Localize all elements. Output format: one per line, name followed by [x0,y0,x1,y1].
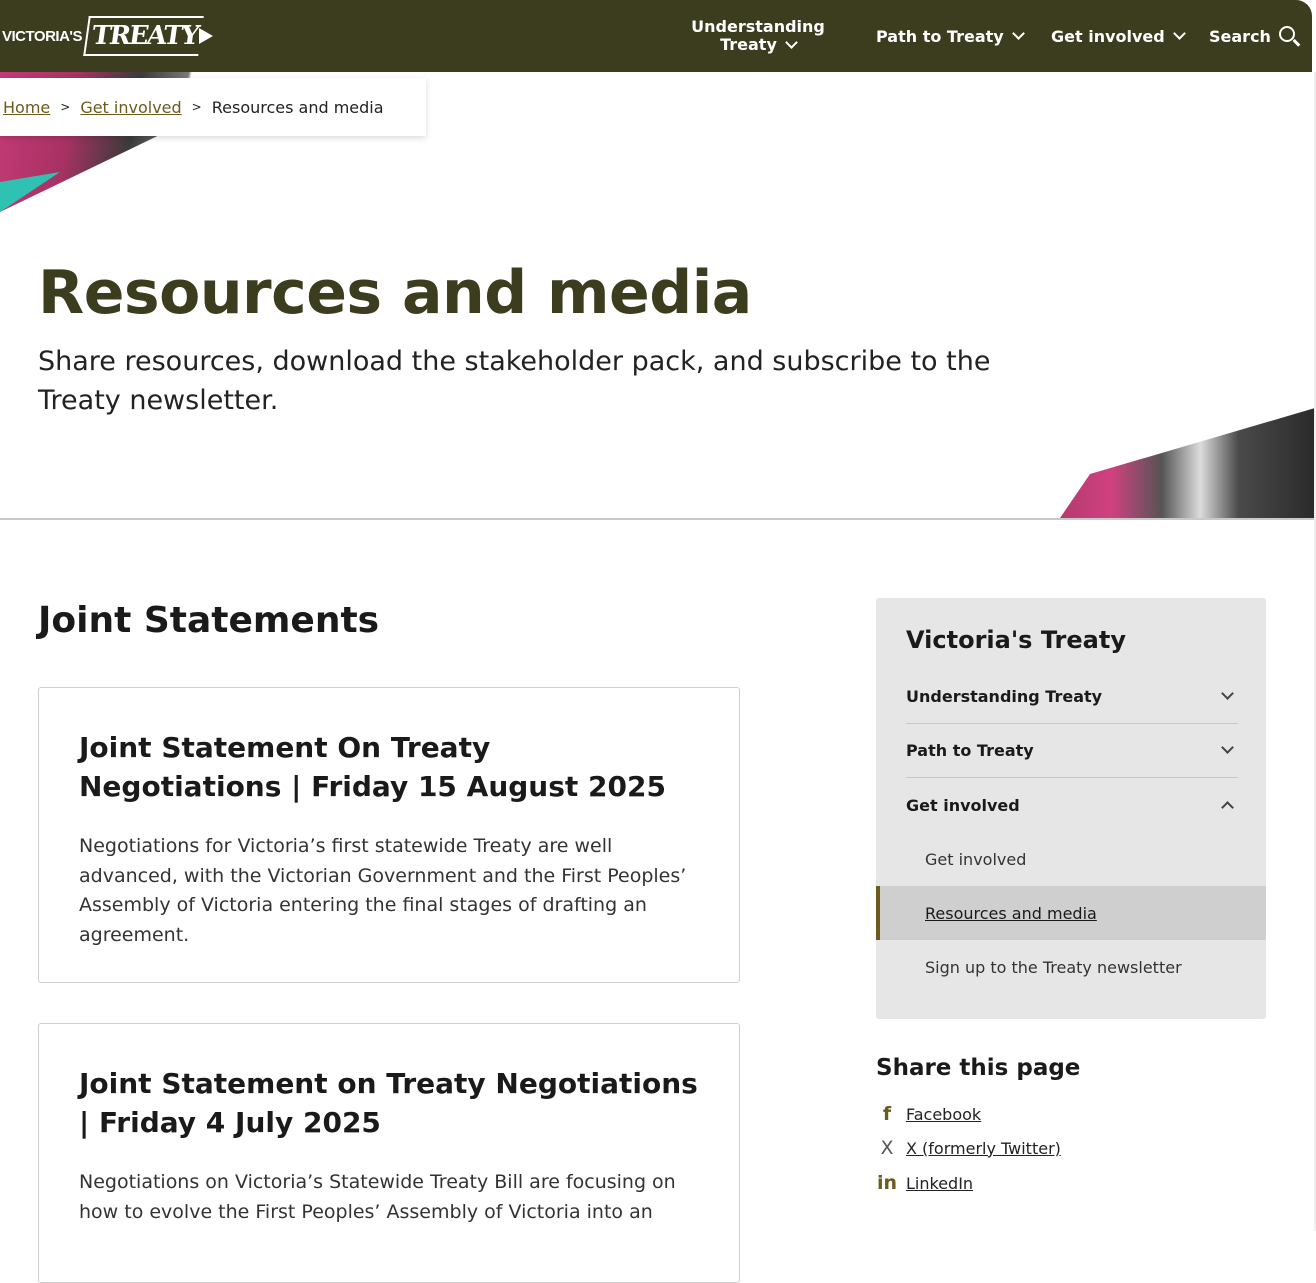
top-navigation-bar: VICTORIA'S TREATY Understanding Treaty P… [0,0,1312,72]
statement-card-title[interactable]: Joint Statement On Treaty Negotiations |… [79,728,699,806]
breadcrumb: Home > Get involved > Resources and medi… [0,78,426,136]
sidebar-subitem-get-involved[interactable]: Get involved [876,832,1266,886]
sidebar-item-label: Path to Treaty [906,741,1034,760]
logo-text-small: VICTORIA'S [2,27,82,45]
breadcrumb-home-link[interactable]: Home [3,98,50,117]
chevron-down-icon [1172,26,1186,40]
chevron-down-icon[interactable] [1221,687,1234,700]
chevron-down-icon [785,36,798,49]
sidebar-subitem-newsletter-signup[interactable]: Sign up to the Treaty newsletter [876,940,1266,994]
share-x-link[interactable]: X (formerly Twitter) [906,1139,1061,1158]
statement-card-summary: Negotiations on Victoria’s Statewide Tre… [79,1171,676,1223]
statement-card[interactable]: Joint Statement on Treaty Negotiations |… [38,1023,740,1283]
nav-path-label: Path to Treaty [876,26,1004,46]
logo-text-big: TREATY [83,16,205,56]
hero-divider [0,518,1316,520]
chevron-up-icon[interactable] [1221,800,1234,814]
sidebar-title: Victoria's Treaty [906,626,1126,654]
sidebar-item-label: Understanding Treaty [906,687,1103,706]
chevron-down-icon [1011,26,1025,40]
nav-understanding-line2: Treaty [720,35,777,54]
share-x: X X (formerly Twitter) [876,1137,1061,1159]
statement-card-title[interactable]: Joint Statement on Treaty Negotiations |… [79,1064,699,1142]
sidebar-subitem-label: Get involved [925,849,1027,869]
share-facebook-link[interactable]: Facebook [906,1105,981,1124]
share-title: Share this page [876,1055,1081,1081]
victorias-treaty-logo[interactable]: VICTORIA'S TREATY [0,10,214,62]
sidebar-item-get-involved[interactable]: Get involved [906,778,1238,832]
sidebar-subitem-label: Sign up to the Treaty newsletter [925,957,1182,977]
share-linkedin: in LinkedIn [876,1172,973,1194]
nav-path-to-treaty[interactable]: Path to Treaty [876,0,1025,72]
nav-understanding-line1: Understanding [691,17,825,36]
x-twitter-icon: X [880,1137,894,1159]
section-title: Joint Statements [38,600,380,641]
nav-get-involved[interactable]: Get involved [1051,0,1186,72]
statement-card[interactable]: Joint Statement On Treaty Negotiations |… [38,687,740,983]
breadcrumb-get-involved-link[interactable]: Get involved [80,98,181,117]
breadcrumb-current: Resources and media [211,97,384,117]
sidebar-item-path-to-treaty[interactable]: Path to Treaty [906,724,1238,778]
sidebar-subitem-resources-and-media[interactable]: Resources and media [876,886,1266,940]
nav-understanding-line2-wrap: Treaty [720,35,798,54]
hero-photo-right [1060,408,1315,518]
share-linkedin-link[interactable]: LinkedIn [906,1174,973,1193]
sidebar-subitem-label: Resources and media [925,903,1097,923]
nav-get-involved-label: Get involved [1051,26,1165,46]
sidebar-navigation: Victoria's Treaty Understanding Treaty P… [876,598,1266,1019]
statement-card-summary: Negotiations for Victoria’s first statew… [79,835,687,946]
share-facebook: f Facebook [876,1103,981,1125]
breadcrumb-separator: > [191,100,202,114]
search-icon [1278,26,1295,42]
sidebar-item-label: Get involved [906,795,1020,815]
sidebar-item-understanding-treaty[interactable]: Understanding Treaty [906,670,1238,724]
nav-search-label: Search [1209,26,1271,46]
nav-understanding-treaty[interactable]: Understanding Treaty [691,0,825,72]
facebook-icon: f [882,1103,892,1125]
page-title: Resources and media [38,258,752,328]
chevron-down-icon[interactable] [1221,741,1234,754]
breadcrumb-separator: > [60,100,71,114]
linkedin-icon: in [876,1172,898,1194]
nav-search-button[interactable]: Search [1209,0,1295,72]
page-intro: Share resources, download the stakeholde… [38,346,991,416]
